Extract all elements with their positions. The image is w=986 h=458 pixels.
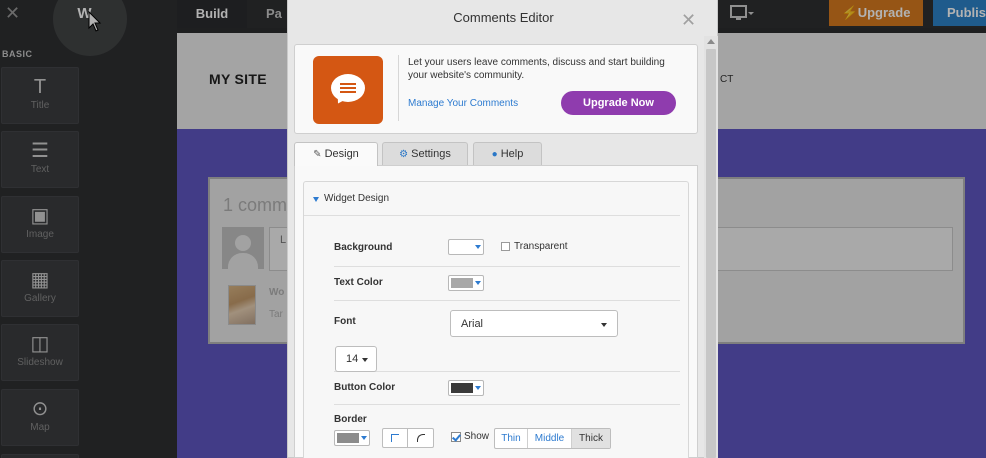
color-fill: [451, 242, 473, 252]
transparent-checkbox[interactable]: [501, 242, 510, 251]
square-corner-button[interactable]: [383, 429, 408, 447]
chevron-down-icon: [475, 386, 481, 390]
show-border-label: Show: [464, 431, 490, 442]
color-fill: [337, 433, 359, 443]
design-panel: Widget Design Background Transparent Tex…: [294, 165, 698, 458]
row-button-color: Button Color: [334, 372, 680, 405]
thickness-thin-button[interactable]: Thin: [495, 429, 528, 448]
tab-label: Help: [500, 148, 524, 160]
background-label: Background: [334, 242, 393, 253]
tab-label: Settings: [411, 148, 451, 160]
text-color-picker[interactable]: [448, 275, 484, 291]
tab-design[interactable]: ✎ Design: [294, 142, 378, 166]
border-label: Border: [334, 414, 367, 425]
section-header-widget-design[interactable]: Widget Design: [304, 182, 680, 216]
font-select[interactable]: Arial: [450, 310, 618, 337]
font-size-value: 14: [346, 353, 359, 365]
chevron-down-icon: [475, 281, 481, 285]
user-icon: ●: [491, 149, 498, 160]
upgrade-now-button[interactable]: Upgrade Now: [561, 91, 676, 115]
scroll-up-arrow-icon[interactable]: [707, 39, 715, 44]
chevron-down-icon: [475, 245, 481, 249]
font-label: Font: [334, 316, 356, 327]
chevron-down-icon: [362, 358, 368, 362]
show-border-checkbox[interactable]: [451, 432, 461, 442]
scrollbar-thumb[interactable]: [706, 49, 716, 458]
manage-comments-link[interactable]: Manage Your Comments: [408, 98, 518, 109]
thickness-middle-button[interactable]: Middle: [528, 429, 572, 448]
comments-editor-dialog: Comments Editor ✕ Let your users leave c…: [287, 0, 718, 458]
row-font: Font Arial 14: [334, 301, 680, 372]
border-thickness-toggle: Thin Middle Thick: [494, 428, 611, 449]
promo-card: Let your users leave comments, discuss a…: [294, 44, 698, 134]
section-title: Widget Design: [324, 193, 390, 204]
border-color-picker[interactable]: [334, 430, 370, 446]
background-color-picker[interactable]: [448, 239, 484, 255]
text-color-label: Text Color: [334, 277, 383, 288]
dialog-title: Comments Editor: [453, 10, 554, 25]
gear-icon: ⚙: [399, 149, 409, 160]
dialog-scrollbar[interactable]: [704, 36, 718, 458]
divider: [398, 55, 399, 121]
round-corner-button[interactable]: [409, 429, 434, 447]
corner-style-toggle: [382, 428, 434, 448]
tab-help[interactable]: ● Help: [473, 142, 542, 165]
row-border: Border Show Thin Middle Thick: [334, 405, 680, 458]
close-icon[interactable]: ✕: [681, 11, 696, 29]
chevron-down-icon: [601, 323, 607, 327]
thickness-thick-button[interactable]: Thick: [572, 429, 610, 448]
square-corner-icon: [391, 434, 399, 442]
button-color-label: Button Color: [334, 382, 396, 393]
paintbrush-icon: ✎: [313, 149, 322, 160]
color-fill: [451, 278, 473, 288]
font-select-value: Arial: [461, 318, 484, 330]
collapse-arrow-icon: [313, 197, 319, 202]
button-color-picker[interactable]: [448, 380, 484, 396]
chevron-down-icon: [361, 436, 367, 440]
row-background: Background Transparent: [334, 232, 680, 267]
promo-description: Let your users leave comments, discuss a…: [408, 57, 665, 81]
widget-design-section: Widget Design Background Transparent Tex…: [303, 181, 689, 458]
color-fill: [451, 383, 473, 393]
transparent-label: Transparent: [514, 241, 568, 252]
comments-bubble-icon: [313, 56, 383, 124]
tab-settings[interactable]: ⚙ Settings: [382, 142, 468, 165]
font-size-select[interactable]: 14: [335, 346, 377, 372]
round-corner-icon: [417, 434, 425, 442]
row-text-color: Text Color: [334, 267, 680, 301]
tab-label: Design: [324, 148, 359, 160]
